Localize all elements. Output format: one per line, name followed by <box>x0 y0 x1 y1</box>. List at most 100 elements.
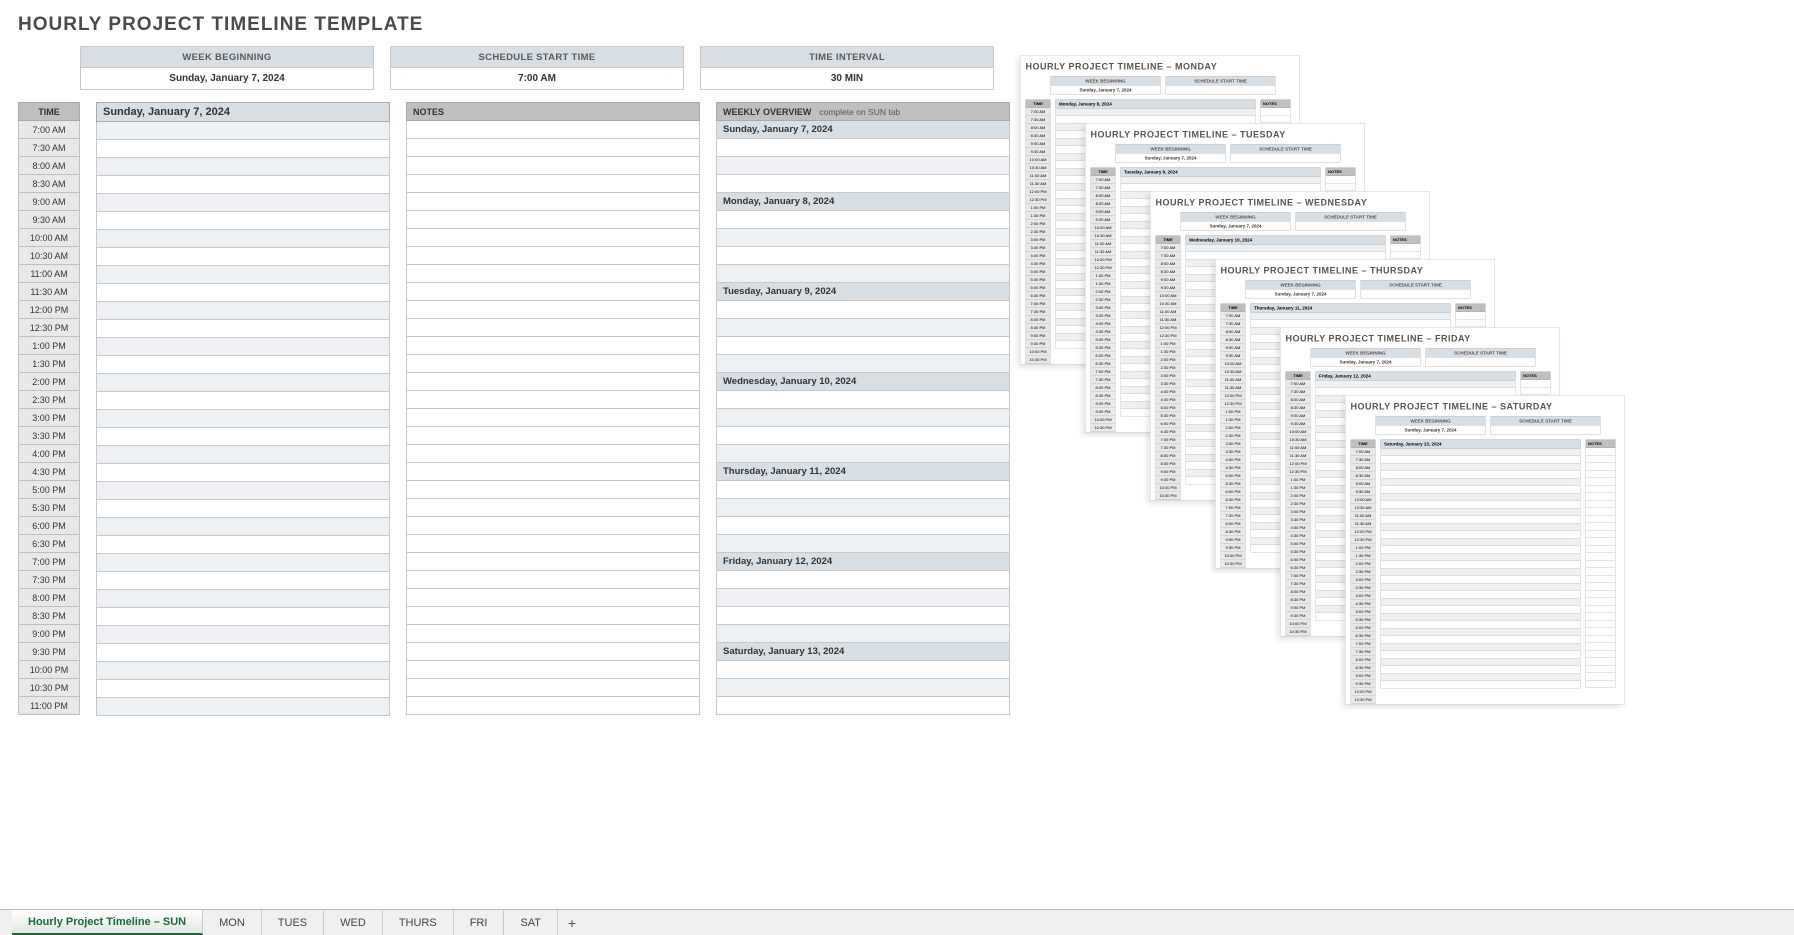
schedule-cell[interactable] <box>96 608 390 626</box>
schedule-cell[interactable] <box>96 356 390 374</box>
schedule-cell[interactable] <box>96 302 390 320</box>
week-overview-cell[interactable] <box>716 391 1010 409</box>
schedule-cell[interactable] <box>96 590 390 608</box>
week-overview-cell[interactable] <box>716 661 1010 679</box>
schedule-cell[interactable] <box>96 410 390 428</box>
schedule-cell[interactable] <box>96 428 390 446</box>
schedule-cell[interactable] <box>96 464 390 482</box>
notes-cell[interactable] <box>406 625 700 643</box>
schedule-cell[interactable] <box>96 158 390 176</box>
notes-cell[interactable] <box>406 571 700 589</box>
notes-cell[interactable] <box>406 607 700 625</box>
notes-cell[interactable] <box>406 427 700 445</box>
banner-interval-value[interactable]: 30 MIN <box>701 68 993 89</box>
schedule-cell[interactable] <box>96 698 390 716</box>
notes-cell[interactable] <box>406 445 700 463</box>
notes-cell[interactable] <box>406 265 700 283</box>
notes-cell[interactable] <box>406 679 700 697</box>
notes-cell[interactable] <box>406 139 700 157</box>
notes-cell[interactable] <box>406 157 700 175</box>
sheet-tab[interactable]: TUES <box>262 910 324 935</box>
schedule-cell[interactable] <box>96 392 390 410</box>
schedule-cell[interactable] <box>96 500 390 518</box>
week-overview-cell[interactable] <box>716 481 1010 499</box>
notes-cell[interactable] <box>406 301 700 319</box>
notes-cell[interactable] <box>406 643 700 661</box>
notes-cell[interactable] <box>406 319 700 337</box>
notes-cell[interactable] <box>406 661 700 679</box>
schedule-cell[interactable] <box>96 122 390 140</box>
notes-cell[interactable] <box>406 535 700 553</box>
schedule-cell[interactable] <box>96 266 390 284</box>
schedule-cell[interactable] <box>96 230 390 248</box>
notes-cell[interactable] <box>406 463 700 481</box>
schedule-cell[interactable] <box>96 680 390 698</box>
week-overview-cell[interactable] <box>716 337 1010 355</box>
add-sheet-button[interactable]: + <box>558 910 586 935</box>
notes-cell[interactable] <box>406 553 700 571</box>
week-overview-cell[interactable] <box>716 445 1010 463</box>
week-overview-cell[interactable] <box>716 211 1010 229</box>
schedule-cell[interactable] <box>96 140 390 158</box>
week-overview-cell[interactable] <box>716 499 1010 517</box>
week-overview-cell[interactable] <box>716 589 1010 607</box>
week-overview-cell[interactable] <box>716 535 1010 553</box>
banner-week-beginning-value[interactable]: Sunday, January 7, 2024 <box>81 68 373 89</box>
week-overview-cell[interactable] <box>716 175 1010 193</box>
notes-cell[interactable] <box>406 481 700 499</box>
schedule-cell[interactable] <box>96 482 390 500</box>
banner-start-time-value[interactable]: 7:00 AM <box>391 68 683 89</box>
schedule-cell[interactable] <box>96 212 390 230</box>
notes-cell[interactable] <box>406 355 700 373</box>
week-overview-cell[interactable] <box>716 625 1010 643</box>
week-overview-cell[interactable] <box>716 697 1010 715</box>
sheet-tab[interactable]: THURS <box>383 910 454 935</box>
week-overview-cell[interactable] <box>716 301 1010 319</box>
notes-cell[interactable] <box>406 697 700 715</box>
notes-cell[interactable] <box>406 517 700 535</box>
schedule-cell[interactable] <box>96 338 390 356</box>
notes-cell[interactable] <box>406 337 700 355</box>
sheet-tab[interactable]: FRI <box>454 910 505 935</box>
week-overview-cell[interactable] <box>716 157 1010 175</box>
schedule-cell[interactable] <box>96 518 390 536</box>
week-overview-cell[interactable] <box>716 607 1010 625</box>
sheet-tab[interactable]: SAT <box>504 910 558 935</box>
schedule-cell[interactable] <box>96 248 390 266</box>
schedule-cell[interactable] <box>96 662 390 680</box>
week-overview-cell[interactable] <box>716 517 1010 535</box>
notes-cell[interactable] <box>406 589 700 607</box>
week-overview-cell[interactable] <box>716 265 1010 283</box>
schedule-cell[interactable] <box>96 320 390 338</box>
notes-cell[interactable] <box>406 373 700 391</box>
week-overview-cell[interactable] <box>716 571 1010 589</box>
week-overview-cell[interactable] <box>716 427 1010 445</box>
week-overview-cell[interactable] <box>716 319 1010 337</box>
notes-cell[interactable] <box>406 193 700 211</box>
notes-cell[interactable] <box>406 229 700 247</box>
schedule-cell[interactable] <box>96 536 390 554</box>
notes-cell[interactable] <box>406 391 700 409</box>
day-thumbnail[interactable]: HOURLY PROJECT TIMELINE – SATURDAYWEEK B… <box>1345 395 1625 705</box>
week-overview-cell[interactable] <box>716 229 1010 247</box>
week-overview-cell[interactable] <box>716 355 1010 373</box>
week-overview-cell[interactable] <box>716 679 1010 697</box>
notes-cell[interactable] <box>406 499 700 517</box>
schedule-cell[interactable] <box>96 374 390 392</box>
sheet-tab[interactable]: Hourly Project Timeline – SUN <box>12 910 203 935</box>
sheet-tab[interactable]: WED <box>324 910 383 935</box>
schedule-cell[interactable] <box>96 176 390 194</box>
schedule-cell[interactable] <box>96 554 390 572</box>
notes-cell[interactable] <box>406 247 700 265</box>
schedule-cell[interactable] <box>96 284 390 302</box>
notes-cell[interactable] <box>406 211 700 229</box>
notes-cell[interactable] <box>406 175 700 193</box>
schedule-cell[interactable] <box>96 572 390 590</box>
sheet-tab[interactable]: MON <box>203 910 262 935</box>
notes-cell[interactable] <box>406 283 700 301</box>
notes-cell[interactable] <box>406 409 700 427</box>
week-overview-cell[interactable] <box>716 409 1010 427</box>
week-overview-cell[interactable] <box>716 247 1010 265</box>
schedule-cell[interactable] <box>96 626 390 644</box>
schedule-cell[interactable] <box>96 644 390 662</box>
